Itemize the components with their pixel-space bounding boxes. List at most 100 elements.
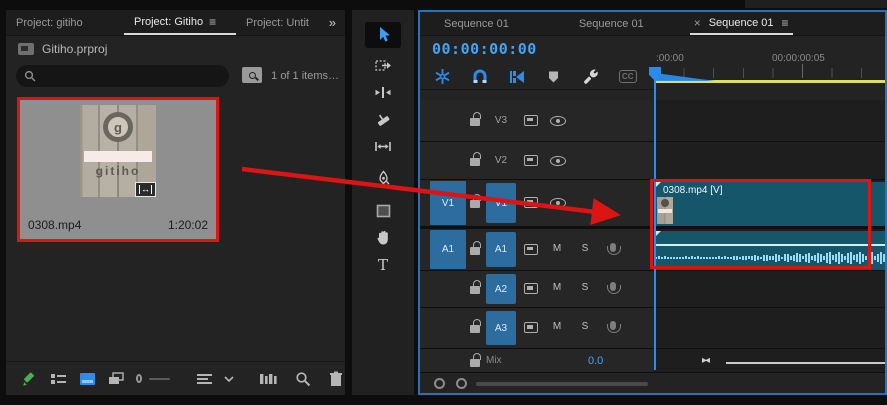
tab-label: Sequence 01	[709, 17, 774, 29]
writable-indicator-icon[interactable]	[20, 370, 38, 388]
track-target-a2[interactable]: A2	[486, 274, 516, 304]
timeline-clip-audio[interactable]	[655, 231, 887, 270]
captions-icon[interactable]: CC	[619, 70, 637, 83]
fit-keyframes-icon[interactable]: ▸◂	[702, 355, 708, 366]
sync-lock-icon[interactable]	[524, 155, 538, 166]
track-row-v3: V3	[420, 100, 885, 142]
voiceover-record-icon[interactable]	[610, 282, 616, 291]
solo-button[interactable]: S	[578, 243, 592, 254]
timeline-clip-video[interactable]: 0308.mp4 [V]	[655, 182, 887, 226]
tab-sequence-01-a[interactable]: Sequence 01	[444, 18, 509, 30]
freeform-view-icon[interactable]	[107, 370, 125, 388]
tab-project-gitiho-active[interactable]: Project: Gitiho ≡	[124, 10, 236, 35]
lock-icon[interactable]	[470, 158, 480, 166]
track-label-v3[interactable]: V3	[486, 100, 516, 141]
mute-button[interactable]: M	[550, 282, 564, 293]
lock-icon[interactable]	[470, 200, 480, 208]
solo-button[interactable]: S	[578, 282, 592, 293]
zoom-slider-knob[interactable]	[136, 374, 142, 383]
lock-icon[interactable]	[470, 359, 480, 367]
type-tool-glyph: T	[378, 256, 388, 274]
mute-button[interactable]: M	[550, 321, 564, 332]
search-input[interactable]	[42, 70, 212, 82]
playhead-line[interactable]	[654, 67, 656, 370]
nest-toggle-icon[interactable]	[434, 68, 451, 85]
track-lane-v2[interactable]	[654, 142, 885, 179]
sync-lock-icon[interactable]	[524, 197, 538, 208]
icon-view-icon[interactable]	[78, 370, 96, 388]
search-box[interactable]	[16, 65, 229, 87]
ruler-label-5s: 00:00:00:05	[772, 53, 825, 64]
track-lane-a3[interactable]	[654, 308, 885, 348]
source-patch-v1[interactable]: V1	[430, 181, 466, 225]
panel-menu-icon[interactable]: ≡	[782, 16, 789, 30]
lock-icon[interactable]	[470, 325, 480, 333]
scrollbar-track[interactable]	[476, 382, 648, 386]
zoom-slider-track[interactable]	[149, 378, 170, 380]
audio-waveform	[655, 249, 887, 267]
pen-tool[interactable]	[363, 165, 403, 192]
tab-project-gitiho[interactable]: Project: gitiho	[6, 10, 124, 35]
sync-lock-icon[interactable]	[524, 115, 538, 126]
find-icon[interactable]	[294, 370, 312, 388]
hand-tool[interactable]	[363, 224, 403, 251]
slip-tool[interactable]	[363, 133, 403, 160]
media-item-0308[interactable]: g gitiho ↔ 0308.mp4 1:20:02	[17, 97, 219, 242]
items-count: 1 of 1 items…	[271, 70, 339, 82]
sync-lock-icon[interactable]	[524, 322, 538, 333]
gitiho-logo-ring: g	[103, 112, 133, 142]
timeline-ruler[interactable]	[654, 68, 885, 78]
close-icon[interactable]: ×	[694, 16, 701, 30]
sort-icons-icon[interactable]	[195, 370, 213, 388]
track-head-mix: Mix 0.0	[420, 349, 654, 374]
tab-project-untitled[interactable]: Project: Untit	[236, 10, 322, 35]
project-file-icon	[18, 43, 34, 55]
timeline-settings-wrench-icon[interactable]	[582, 68, 599, 85]
panel-menu-icon[interactable]: ≡	[209, 15, 216, 29]
project-panel-tabs: Project: gitiho Project: Gitiho ≡ Projec…	[6, 10, 345, 36]
new-item-icon[interactable]	[327, 370, 345, 388]
track-lane-v3[interactable]	[654, 100, 885, 141]
snap-icon[interactable]	[471, 68, 488, 85]
selection-tool[interactable]	[365, 22, 401, 48]
project-breadcrumb[interactable]: Gitiho.prproj	[6, 36, 345, 62]
track-target-a1[interactable]: A1	[486, 232, 516, 267]
solo-button[interactable]: S	[578, 321, 592, 332]
mute-button[interactable]: M	[550, 243, 564, 254]
ripple-edit-tool[interactable]	[363, 79, 403, 106]
list-view-icon[interactable]	[49, 370, 67, 388]
tab-sequence-01-b[interactable]: Sequence 01	[579, 18, 644, 30]
search-bin-icon[interactable]	[242, 67, 262, 83]
rectangle-tool[interactable]	[363, 197, 403, 224]
voiceover-record-icon[interactable]	[610, 243, 616, 252]
add-marker-icon[interactable]	[545, 68, 562, 85]
tab-sequence-01-active[interactable]: × Sequence 01 ≡	[690, 12, 793, 35]
razor-tool[interactable]	[363, 106, 403, 133]
scroll-zoom-handle-right[interactable]	[456, 378, 467, 389]
premiere-workspace: Project: gitiho Project: Gitiho ≡ Projec…	[0, 0, 887, 405]
sync-lock-icon[interactable]	[524, 283, 538, 294]
playhead-timecode[interactable]: 00:00:00:00	[432, 40, 537, 58]
toggle-track-output-icon[interactable]	[550, 156, 566, 166]
sync-lock-icon[interactable]	[524, 244, 538, 255]
track-row-v2: V2	[420, 142, 885, 180]
track-lane-a2[interactable]	[654, 271, 885, 307]
source-patch-a1[interactable]: A1	[430, 230, 466, 269]
track-target-v1[interactable]: V1	[486, 183, 516, 223]
scroll-zoom-handle-left[interactable]	[434, 378, 445, 389]
lock-icon[interactable]	[470, 118, 480, 126]
automate-to-sequence-icon[interactable]	[259, 370, 277, 388]
track-label-v2[interactable]: V2	[486, 142, 516, 179]
linked-selection-icon[interactable]	[508, 68, 525, 85]
track-select-forward-tool[interactable]	[363, 52, 403, 79]
lock-icon[interactable]	[470, 286, 480, 294]
tab-overflow-icon[interactable]: »	[329, 15, 335, 30]
type-tool[interactable]: T	[363, 251, 403, 278]
toggle-track-output-icon[interactable]	[550, 116, 566, 126]
lock-icon[interactable]	[470, 247, 480, 255]
toggle-track-output-icon[interactable]	[550, 198, 566, 208]
voiceover-record-icon[interactable]	[610, 321, 616, 330]
mix-level-value[interactable]: 0.0	[588, 355, 603, 367]
track-target-a3[interactable]: A3	[486, 311, 516, 345]
sort-chevron-icon[interactable]	[220, 370, 238, 388]
